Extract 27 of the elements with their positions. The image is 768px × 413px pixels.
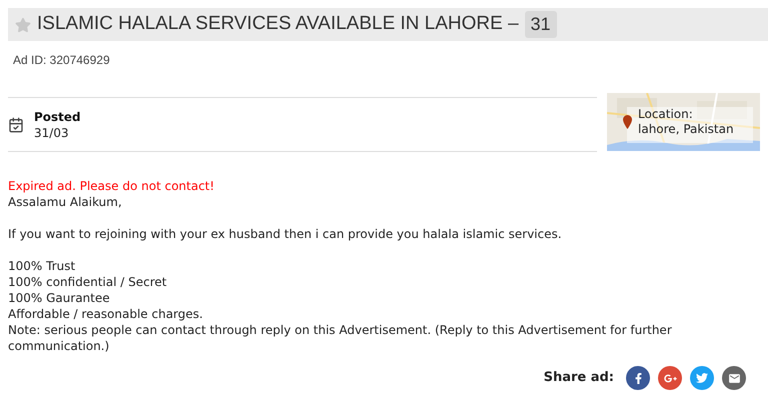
body-text: 100% confidential / Secret xyxy=(8,274,168,290)
ad-title: ISLAMIC HALALA SERVICES AVAILABLE IN LAHORE – xyxy=(37,12,519,36)
bird-icon xyxy=(696,372,708,384)
posted-date: 31/03 xyxy=(34,124,70,140)
body-text: Affordable / reasonable charges. xyxy=(8,306,204,322)
expired-notice: Expired ad. Please do not contact! xyxy=(8,178,216,194)
calendar-icon xyxy=(8,116,24,132)
map-pin-icon xyxy=(623,115,632,129)
location-label: Location: xyxy=(638,107,694,122)
ad-id: Ad ID: 320746929 xyxy=(13,52,111,69)
count-badge: 31 xyxy=(524,11,557,38)
facebook-icon xyxy=(632,372,644,384)
body-text: 100% Trust xyxy=(8,258,76,274)
body-text: If you want to rejoining with your ex husband then i can provide you halala islamic services. xyxy=(8,226,563,242)
envelope-icon xyxy=(728,372,740,384)
body-text: Note: serious people can contact through reply on this Advertisement. (Reply to this Advertisement for further communication.) xyxy=(8,322,673,354)
body-text: 100% Gaurantee xyxy=(8,290,111,306)
location-value: lahore, Pakistan xyxy=(638,122,734,137)
google-plus-icon xyxy=(664,372,676,384)
share-label: Share ad: xyxy=(544,369,614,388)
share-button[interactable] xyxy=(690,366,714,390)
body-text: Assalamu Alaikum, xyxy=(8,194,123,210)
share-button[interactable] xyxy=(626,366,650,390)
share-button[interactable] xyxy=(658,366,682,390)
share-button[interactable] xyxy=(722,366,746,390)
star-icon[interactable] xyxy=(15,16,31,32)
posted-label: Posted xyxy=(34,108,81,124)
